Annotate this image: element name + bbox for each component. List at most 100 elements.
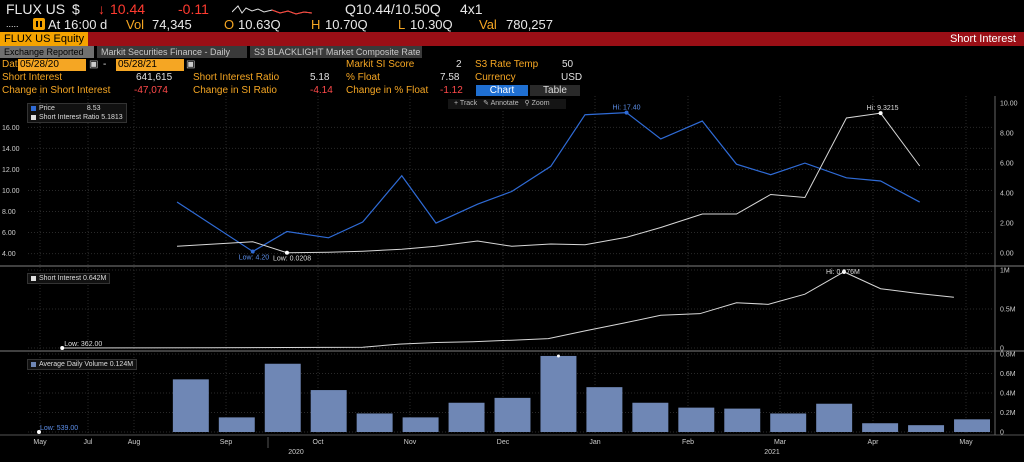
calendar-icon[interactable]: ▣ xyxy=(89,59,98,71)
legend-item-sir: Short Interest Ratio 5.1813 xyxy=(31,113,123,122)
legend-value: 0.642M xyxy=(82,275,107,282)
volume-bar xyxy=(586,387,623,432)
volume-bar xyxy=(862,423,899,432)
annotation-label: Low: 4.20 xyxy=(239,254,269,261)
end-date-input[interactable]: 05/28/21 xyxy=(116,59,184,71)
legend-value: 8.53 xyxy=(86,105,101,112)
open-label: O xyxy=(224,17,235,32)
x-tick-label: Dec xyxy=(497,439,510,446)
high-value: 10.70Q xyxy=(325,17,368,32)
tab-markit-daily[interactable]: Markit Securities Finance - Daily xyxy=(97,46,247,58)
volume-bar xyxy=(954,419,990,432)
quote-size: 4x1 xyxy=(460,1,483,17)
x-tick-label: Feb xyxy=(682,439,694,446)
legend-label: Price xyxy=(39,105,55,112)
left-tick-label: 10.00 xyxy=(2,188,20,195)
annotation-label: Hi: 0.976M xyxy=(826,269,860,276)
volume-bar xyxy=(540,355,577,432)
currency-label: Currency xyxy=(475,72,516,83)
right-tick-label: 10.00 xyxy=(1000,101,1018,108)
open-value: 10.63Q xyxy=(238,17,281,32)
annotation-point xyxy=(284,250,289,255)
left-tick-label: 16.00 xyxy=(2,125,20,132)
s3-rate-label: S3 Rate Temp xyxy=(475,59,539,70)
track-icon[interactable]: + xyxy=(454,100,458,107)
val-label: Val xyxy=(479,17,497,32)
volume-bar xyxy=(218,417,255,432)
legend-label: Short Interest Ratio xyxy=(39,114,100,121)
chart-toolbar: + Track ✎ Annotate ⚲ Zoom xyxy=(448,99,566,109)
volume-bar xyxy=(494,397,531,432)
volume-bar xyxy=(264,363,301,432)
right-tick-label: 0.2M xyxy=(1000,410,1016,417)
tab-exchange-reported[interactable]: Exchange Reported xyxy=(0,46,94,58)
right-tick-label: 0.5M xyxy=(1000,307,1016,314)
volume-bar xyxy=(356,413,393,432)
short-interest-value: 641,615 xyxy=(136,72,173,83)
val-value: 780,257 xyxy=(506,17,553,32)
float-label: % Float xyxy=(346,72,380,83)
x-tick-label: Mar xyxy=(774,439,787,446)
currency-value: USD xyxy=(561,72,583,83)
ellipsis-icon: ..... xyxy=(6,19,19,29)
currency-symbol: $ xyxy=(72,1,80,17)
zoom-icon[interactable]: ⚲ xyxy=(525,100,530,107)
volume-bar xyxy=(908,425,945,432)
annotation-point xyxy=(250,249,255,254)
function-title: Short Interest xyxy=(949,33,1016,45)
chart-area[interactable]: May Jul Aug Sep Oct Nov Dec Jan Feb Mar Apr May 2020… xyxy=(0,96,1024,462)
right-tick-label: 8.00 xyxy=(1000,131,1014,138)
x-tick-label: Apr xyxy=(868,439,880,446)
legend-top: Price 8.53 Short Interest Ratio 5.1813 xyxy=(27,103,127,123)
legend-bottom: Average Daily Volume 0.124M xyxy=(27,359,138,370)
volume-bar xyxy=(310,390,347,432)
price-change: -0.11 xyxy=(178,1,209,17)
legend-middle: Short Interest 0.642M xyxy=(27,273,111,284)
s3-rate-value: 50 xyxy=(562,59,574,70)
annotate-icon[interactable]: ✎ xyxy=(483,100,489,107)
volume-bar xyxy=(632,402,669,432)
down-arrow-icon: ↓ xyxy=(98,1,105,17)
right-tick-label: 0.00 xyxy=(1000,251,1014,258)
x-tick-label: Jan xyxy=(589,439,600,446)
controls-row-1: Date 05/28/20 ▣ - 05/28/21 ▣ Markit SI S… xyxy=(0,59,1024,71)
low-label: L xyxy=(398,17,406,32)
volume-bar xyxy=(678,407,715,432)
right-tick-label: 0.4M xyxy=(1000,391,1016,398)
last-price: 10.44 xyxy=(110,1,146,17)
volume-bar xyxy=(448,402,485,432)
markit-score-value: 2 xyxy=(456,59,462,70)
legend-swatch xyxy=(31,361,36,367)
date-separator: - xyxy=(103,59,107,70)
tab-s3-blacklight[interactable]: S3 BLACKLIGHT Market Composite Rate xyxy=(250,46,422,58)
right-tick-label: 4.00 xyxy=(1000,191,1014,198)
annotation-label: Low: 0.0208 xyxy=(273,256,311,263)
right-tick-label: 0 xyxy=(1000,430,1004,437)
left-tick-label: 6.00 xyxy=(2,230,16,237)
calendar-icon[interactable]: ▣ xyxy=(186,59,195,71)
float-value: 7.58 xyxy=(440,72,460,83)
annotation-label: Hi: 9.3215 xyxy=(867,105,899,112)
ticker: FLUX US xyxy=(6,1,66,17)
x-year-label: 2020 xyxy=(288,449,304,456)
zoom-button[interactable]: Zoom xyxy=(532,100,550,107)
security-title: FLUX US Equity xyxy=(0,32,89,46)
legend-label: Average Daily Volume xyxy=(39,361,108,368)
annotation-label: Low: 539.00 xyxy=(40,425,78,432)
at-time: At 16:00 d xyxy=(48,17,108,32)
x-tick-label: Oct xyxy=(313,439,324,446)
start-date-input[interactable]: 05/28/20 xyxy=(18,59,86,71)
x-tick-label: May xyxy=(33,439,47,446)
x-tick-label: Sep xyxy=(220,439,233,446)
volume-bar xyxy=(402,417,439,432)
annotate-button[interactable]: Annotate xyxy=(491,100,519,107)
legend-swatch xyxy=(31,275,36,281)
x-tick-label: Nov xyxy=(404,439,417,446)
legend-value: 0.124M xyxy=(109,361,134,368)
right-tick-label: 2.00 xyxy=(1000,221,1014,228)
annotation-label: Hi: 17.40 xyxy=(613,105,641,112)
track-button[interactable]: Track xyxy=(460,100,477,107)
left-tick-label: 8.00 xyxy=(2,209,16,216)
x-tick-label: May xyxy=(959,439,973,446)
legend-label: Short Interest xyxy=(39,275,82,282)
